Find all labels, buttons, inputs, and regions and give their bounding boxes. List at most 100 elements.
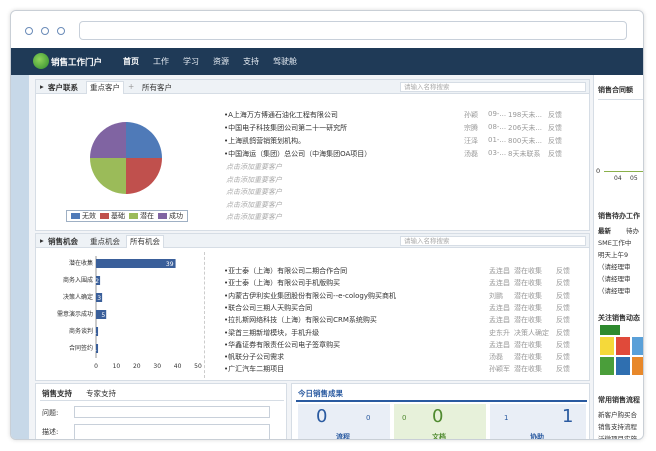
news-thumbnails[interactable]: [600, 325, 643, 385]
opportunity-name[interactable]: •亚士泰（上海）有限公司二期合作合同: [224, 266, 347, 276]
opportunity-name[interactable]: •帆联分子公司需求: [224, 352, 284, 362]
stat-label: 文档: [432, 433, 446, 440]
nav-item[interactable]: 资源: [213, 56, 229, 67]
stat-card-assist[interactable]: 1 1 协助: [490, 404, 586, 440]
flow-item[interactable]: 泛微项目实施: [598, 433, 637, 439]
owner-name: 史东升: [489, 328, 510, 337]
owner-name: 宗腾: [464, 124, 478, 132]
customer-panel-title: 客户联系: [48, 83, 78, 92]
feedback-link[interactable]: 反馈: [556, 328, 570, 338]
opportunity-stage: 潜在收集: [514, 279, 542, 288]
nav-item[interactable]: 首页: [123, 56, 139, 67]
opportunity-name[interactable]: •拉扎斯网络科技（上海）有限公司CRM系统购买: [224, 315, 377, 325]
tab-all-opportunities[interactable]: 所有机会: [126, 235, 164, 248]
flow-item[interactable]: 销售支持流程: [598, 421, 637, 431]
stat-card-doc[interactable]: 0 0 文档: [394, 404, 486, 440]
x-tick-label: 30: [153, 363, 161, 370]
customer-name[interactable]: •上海凯鸽营销策划机构。: [224, 136, 305, 146]
add-key-customer-link[interactable]: 点击添加重要客户: [226, 162, 282, 172]
add-key-customer-link[interactable]: 点击添加重要客户: [226, 200, 282, 210]
feedback-link[interactable]: 反馈: [556, 352, 570, 362]
customer-name[interactable]: •中国海运（集团）总公司（中海集团OA项目）: [224, 149, 371, 159]
feedback-link[interactable]: 反馈: [556, 303, 570, 313]
feedback-link[interactable]: 反馈: [548, 123, 562, 133]
opportunity-search-input[interactable]: 请输入名称搜索: [400, 236, 586, 246]
window-dot-icon[interactable]: [41, 27, 49, 35]
add-tab-icon[interactable]: +: [128, 82, 134, 91]
todo-item[interactable]: （请经理审: [598, 285, 631, 295]
bar-category-label: 需意演示成功: [57, 310, 93, 318]
customer-panel: ▸ 客户联系 重点客户 + 所有客户 请输入名称搜索 无效 基础 潜在 成功 •…: [35, 79, 590, 231]
opportunity-stage: 潜在收集: [514, 291, 542, 300]
opportunity-name[interactable]: •内蒙古伊利实业集团股份有限公司--e-cology购买商机: [224, 291, 396, 301]
feedback-link[interactable]: 反馈: [548, 136, 562, 146]
bar-category-label: 潜在收集: [69, 259, 93, 267]
stat-label: 流程: [336, 433, 350, 440]
feedback-link[interactable]: 反馈: [556, 291, 570, 301]
nav-item[interactable]: 工作: [153, 56, 169, 67]
todo-tab-pending[interactable]: 待办: [626, 225, 639, 235]
add-key-customer-link[interactable]: 点击添加重要客户: [226, 187, 282, 197]
logo-icon: [33, 53, 49, 69]
nav-item[interactable]: 驾驶舱: [273, 56, 297, 67]
thumb-image: [632, 337, 643, 355]
opportunity-stage: 潜在收集: [514, 353, 542, 362]
thumb-image: [600, 325, 620, 335]
opportunity-stage: 潜在收集: [514, 365, 542, 374]
bar[interactable]: [96, 259, 176, 268]
contract-line: [604, 171, 643, 172]
news-title: 关注销售动态: [598, 314, 640, 322]
tab-key-opportunities[interactable]: 重点机会: [90, 236, 120, 247]
bar-category-label: 商务谈判: [69, 327, 93, 335]
tab-sales-support[interactable]: 销售支持: [42, 388, 72, 399]
todo-item[interactable]: SME工作中: [598, 237, 631, 247]
opportunity-name[interactable]: •亚士泰（上海）有限公司手机版购买: [224, 278, 340, 288]
feedback-link[interactable]: 反馈: [548, 149, 562, 159]
customer-name[interactable]: •A上海万方博通石油化工程有限公司: [224, 110, 338, 120]
support-panel: 销售支持 专家支持 问题: 描述:: [35, 383, 287, 439]
stat-big: 0: [316, 406, 328, 427]
flow-item[interactable]: 新客户购买合: [598, 409, 637, 419]
opportunity-name[interactable]: •联合公司三期人天购买合同: [224, 303, 312, 313]
contact-date: 03-...: [488, 149, 507, 157]
feedback-link[interactable]: 反馈: [556, 278, 570, 288]
customer-search-input[interactable]: 请输入名称搜索: [400, 82, 586, 92]
todo-item[interactable]: 明天上午9: [598, 249, 628, 259]
stat-card-flow[interactable]: 0 0 流程: [298, 404, 390, 440]
opportunity-tabbar: ▸ 销售机会 重点机会 所有机会 请输入名称搜索: [36, 234, 589, 248]
pie-slice-invalid: [126, 122, 162, 158]
stat-small: 1: [504, 414, 509, 422]
feedback-link[interactable]: 反馈: [548, 110, 562, 120]
nav-menu: 首页 工作 学习 资源 支持 驾驶舱: [123, 56, 297, 67]
todo-tab-latest[interactable]: 最新: [598, 225, 611, 235]
owner-name: 孟连昌: [489, 340, 510, 349]
x-tick-label: 0: [94, 363, 98, 370]
tab-key-customers[interactable]: 重点客户: [86, 81, 124, 94]
customer-name[interactable]: •中国电子科技集团公司第二十一研究所: [224, 123, 347, 133]
address-bar[interactable]: [79, 21, 627, 40]
opportunity-name[interactable]: •广汇汽车二期项目: [224, 364, 284, 374]
axis-month: 05: [630, 175, 638, 182]
window-dot-icon[interactable]: [25, 27, 33, 35]
todo-item[interactable]: （请经理审: [598, 261, 631, 271]
feedback-link[interactable]: 反馈: [556, 315, 570, 325]
collapse-arrow-icon[interactable]: ▸: [40, 236, 44, 245]
tab-expert-support[interactable]: 专家支持: [86, 388, 116, 399]
add-key-customer-link[interactable]: 点击添加重要客户: [226, 175, 282, 185]
tab-all-customers[interactable]: 所有客户: [142, 82, 172, 93]
description-input[interactable]: [74, 424, 270, 439]
collapse-arrow-icon[interactable]: ▸: [40, 82, 44, 91]
nav-item[interactable]: 学习: [183, 56, 199, 67]
question-input[interactable]: [74, 406, 270, 418]
window-dot-icon[interactable]: [57, 27, 65, 35]
add-key-customer-link[interactable]: 点击添加重要客户: [226, 212, 282, 222]
opportunity-name[interactable]: •梁首三期新增模块，手机升级: [224, 328, 319, 338]
feedback-link[interactable]: 反馈: [556, 340, 570, 350]
stat-label: 协助: [530, 433, 544, 440]
feedback-link[interactable]: 反馈: [556, 266, 570, 276]
todo-item[interactable]: （请经理审: [598, 273, 631, 283]
nav-item[interactable]: 支持: [243, 56, 259, 67]
browser-window: 销售工作门户 首页 工作 学习 资源 支持 驾驶舱 ▸ 客户联系 重点客户 + 所有客户 …: [10, 10, 644, 440]
feedback-link[interactable]: 反馈: [556, 364, 570, 374]
opportunity-name[interactable]: •华鑫证券有限责任公司电子签章购买: [224, 340, 340, 350]
